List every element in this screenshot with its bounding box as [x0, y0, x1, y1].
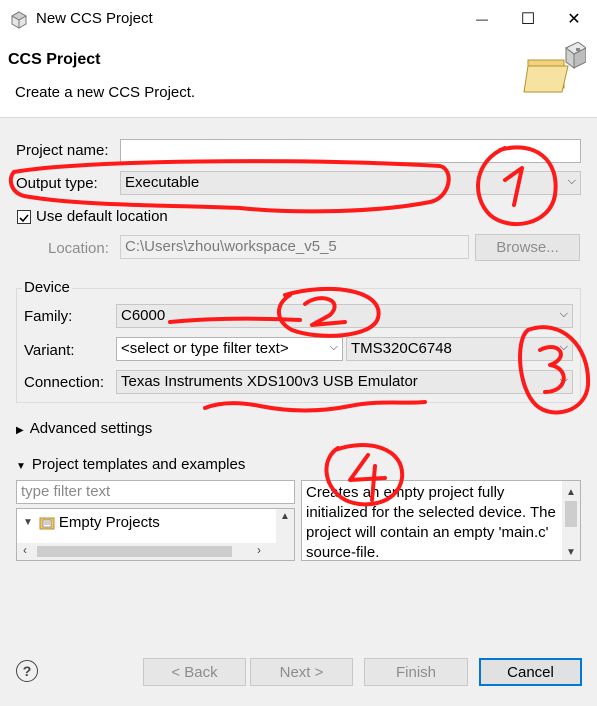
templates-label: Project templates and examples [31, 456, 246, 473]
variant-filter-text: <select or type filter text> [121, 340, 289, 357]
app-icon [10, 11, 28, 29]
advanced-settings-toggle[interactable]: ▶ Advanced settings [16, 420, 152, 437]
help-icon[interactable]: ? [16, 660, 38, 682]
output-type-select[interactable]: Executable ⌵ [120, 171, 581, 195]
output-type-label: Output type: [16, 175, 98, 192]
location-input[interactable]: C:\Users\zhou\workspace_v5_5 [120, 235, 469, 259]
scroll-left-icon: ‹ [23, 543, 27, 557]
folder-icon [39, 517, 55, 529]
template-description-text: Creates an empty project fully initializ… [306, 484, 556, 561]
scroll-thumb[interactable] [37, 546, 232, 557]
new-project-folder-icon [523, 42, 586, 93]
maximize-icon: ☐ [520, 11, 536, 28]
project-name-input[interactable] [120, 139, 581, 163]
tree-item-label: Empty Projects [58, 514, 160, 531]
project-name-label: Project name: [16, 142, 109, 159]
cancel-button[interactable]: Cancel [479, 658, 582, 686]
variant-select[interactable]: TMS320C6748 ⌵ [346, 337, 573, 361]
chevron-down-icon: ⌵ [567, 175, 576, 187]
title-bar: New CCS Project — ☐ ✕ [0, 0, 597, 38]
template-tree: ▼ Empty Projects ▲ ‹ › [16, 508, 295, 561]
chevron-down-icon: ⌵ [329, 341, 338, 353]
output-type-value: Executable [125, 174, 200, 191]
close-icon: ✕ [567, 11, 581, 28]
variant-label: Variant: [24, 342, 75, 359]
use-default-location-checkbox[interactable] [17, 210, 31, 224]
template-filter-input[interactable]: type filter text [16, 480, 295, 504]
advanced-settings-label: Advanced settings [29, 420, 153, 437]
connection-value: Texas Instruments XDS100v3 USB Emulator [121, 373, 418, 390]
finish-button[interactable]: Finish [364, 658, 468, 686]
tree-horizontal-scrollbar[interactable]: ‹ › [17, 543, 294, 560]
wizard-header: CCS Project Create a new CCS Project. [0, 38, 597, 118]
device-group-label: Device [22, 279, 72, 296]
family-select[interactable]: C6000 ⌵ [116, 304, 573, 328]
use-default-location-label: Use default location [36, 208, 168, 225]
scroll-thumb[interactable] [565, 501, 577, 527]
chevron-down-icon: ▼ [23, 517, 33, 528]
location-label: Location: [48, 240, 109, 257]
page-title: CCS Project [8, 51, 101, 68]
connection-label: Connection: [24, 374, 105, 391]
template-description: Creates an empty project fully initializ… [301, 480, 581, 561]
back-button[interactable]: < Back [143, 658, 246, 686]
window-title: New CCS Project [36, 10, 153, 27]
chevron-down-icon: ⌵ [559, 308, 568, 320]
next-button[interactable]: Next > [250, 658, 353, 686]
templates-toggle[interactable]: ▼ Project templates and examples [16, 456, 245, 473]
chevron-down-icon: ⌵ [559, 374, 568, 386]
chevron-right-icon: ▶ [16, 425, 24, 436]
variant-value: TMS320C6748 [351, 340, 452, 357]
checkmark-icon [19, 214, 29, 223]
connection-select[interactable]: Texas Instruments XDS100v3 USB Emulator … [116, 370, 573, 394]
minimize-button[interactable]: — [459, 0, 505, 38]
family-label: Family: [24, 308, 73, 325]
tree-item-empty-projects[interactable]: ▼ Empty Projects [23, 514, 160, 531]
chevron-down-icon: ▼ [16, 461, 26, 472]
family-value: C6000 [121, 307, 166, 324]
variant-filter-select[interactable]: <select or type filter text> ⌵ [116, 337, 343, 361]
scroll-up-icon: ▲ [280, 511, 290, 522]
scroll-right-icon: › [257, 543, 261, 557]
minimize-icon: — [476, 12, 488, 26]
page-description: Create a new CCS Project. [15, 84, 196, 101]
browse-button[interactable]: Browse... [475, 234, 580, 261]
close-button[interactable]: ✕ [551, 0, 597, 38]
chevron-down-icon: ⌵ [559, 341, 568, 353]
scroll-up-icon: ▲ [566, 487, 576, 498]
maximize-button[interactable]: ☐ [505, 0, 551, 38]
tree-vertical-scrollbar[interactable]: ▲ [276, 509, 294, 543]
scroll-down-icon: ▼ [566, 547, 576, 558]
description-scrollbar[interactable]: ▲ ▼ [562, 481, 580, 560]
annotation-underline-connection [203, 400, 427, 413]
